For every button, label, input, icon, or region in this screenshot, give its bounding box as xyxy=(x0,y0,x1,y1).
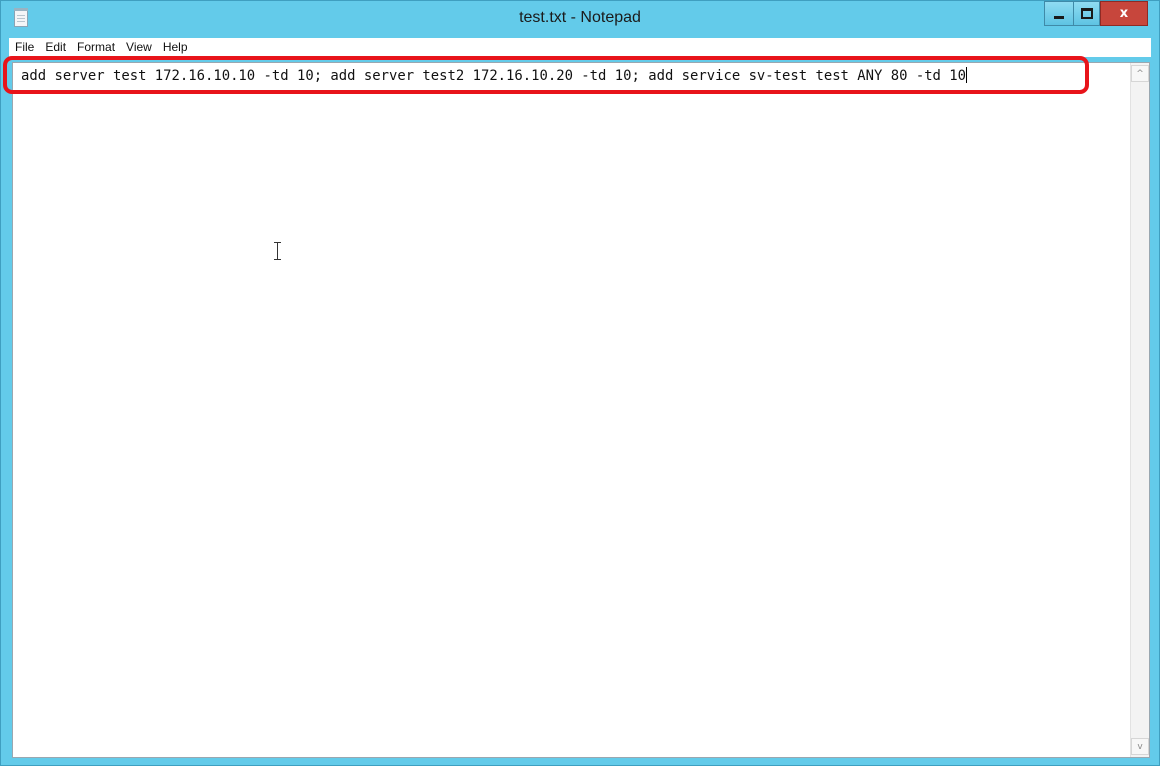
ibeam-cursor-icon xyxy=(272,241,284,262)
vertical-scrollbar[interactable]: ^ v xyxy=(1130,63,1149,757)
close-icon: x xyxy=(1119,6,1129,21)
maximize-button[interactable] xyxy=(1073,1,1100,26)
minimize-icon xyxy=(1054,16,1064,19)
menu-view[interactable]: View xyxy=(120,38,157,57)
editor-content[interactable]: add server test 172.16.10.10 -td 10; add… xyxy=(21,68,966,84)
text-editor[interactable]: add server test 172.16.10.10 -td 10; add… xyxy=(12,62,1150,758)
title-bar[interactable]: test.txt - Notepad x xyxy=(1,1,1159,38)
notepad-window: test.txt - Notepad x File Edit Format Vi… xyxy=(0,0,1160,766)
faint-marks xyxy=(275,175,295,245)
maximize-icon xyxy=(1080,8,1093,19)
menu-file[interactable]: File xyxy=(9,38,39,57)
caption-buttons: x xyxy=(1044,1,1148,26)
scroll-up-arrow-icon[interactable]: ^ xyxy=(1131,65,1149,82)
menu-edit[interactable]: Edit xyxy=(39,38,71,57)
text-caret xyxy=(966,67,968,83)
menu-help[interactable]: Help xyxy=(157,38,193,57)
text-line[interactable]: add server test 172.16.10.10 -td 10; add… xyxy=(21,67,968,85)
minimize-button[interactable] xyxy=(1044,1,1073,26)
menu-bar: File Edit Format View Help xyxy=(9,38,1151,57)
window-title: test.txt - Notepad xyxy=(519,9,641,26)
close-button[interactable]: x xyxy=(1100,1,1148,26)
scroll-down-arrow-icon[interactable]: v xyxy=(1131,738,1149,755)
menu-format[interactable]: Format xyxy=(71,38,120,57)
